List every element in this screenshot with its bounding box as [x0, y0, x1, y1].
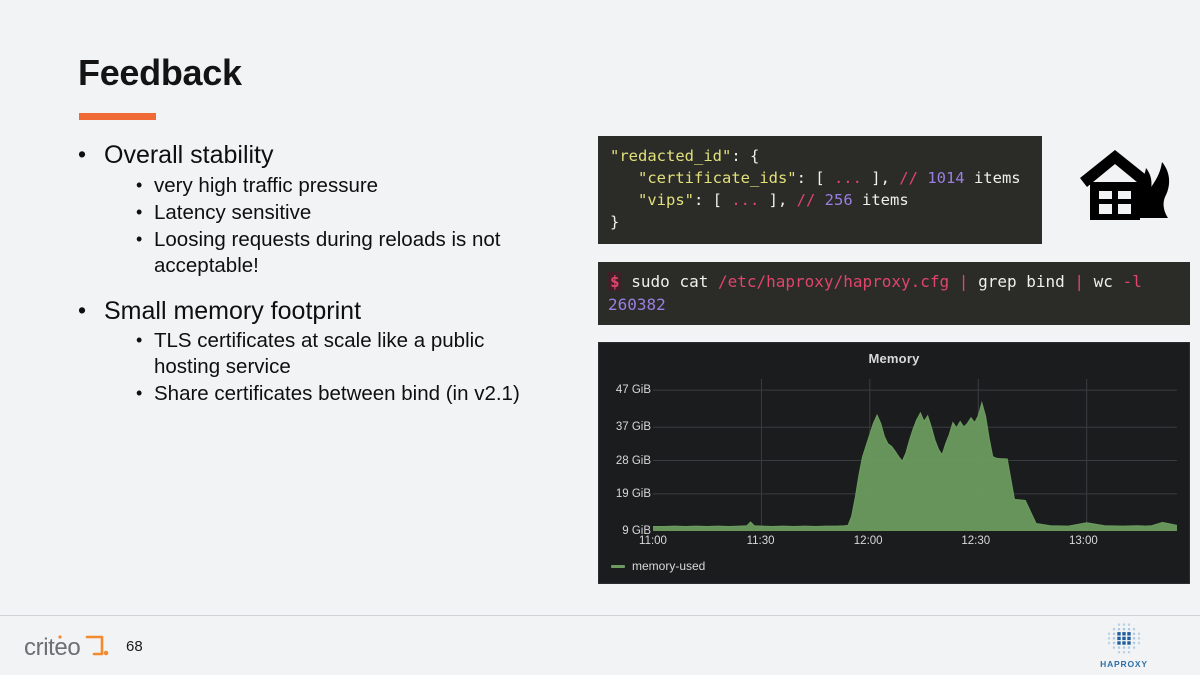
haproxy-sphere-icon [1107, 623, 1141, 654]
bullet-marker-icon: • [78, 141, 87, 167]
chart-area-series [653, 403, 1177, 531]
bullet-level2-label: Share certificates between bind (in v2.1… [154, 382, 520, 406]
bullet-group-spacer [78, 280, 548, 296]
json-key: "certificate_ids" [638, 169, 797, 188]
title-accent-rule [79, 113, 156, 120]
x-axis-tick-label: 12:00 [853, 535, 883, 547]
terminal-path: /etc/haproxy/haproxy.cfg [717, 272, 950, 291]
json-ellipsis: ... [833, 169, 862, 188]
terminal-flag: -l [1122, 272, 1142, 291]
terminal-command-part: sudo cat [621, 272, 718, 291]
terminal-pipe: | [949, 272, 979, 291]
terminal-command-part: wc [1093, 272, 1123, 291]
json-comment-count: 1014 [927, 169, 965, 188]
chart-plot-area: 47 GiB 37 GiB 28 GiB 19 GiB 9 GiB 11:00 11:30… [599, 373, 1189, 583]
bullet-marker-icon: • [136, 201, 143, 222]
bullet-marker-icon: • [78, 296, 87, 323]
terminal-command-part: grep bind [978, 272, 1065, 291]
chart-title: Memory [868, 351, 920, 366]
bullet-level1: • Overall stability [78, 140, 548, 171]
json-comment-marker: // [899, 169, 918, 188]
house-on-fire-icon [1080, 150, 1170, 220]
bullet-level2: • Loosing requests during reloads is not… [136, 227, 548, 279]
x-axis-tick-label: 11:00 [639, 535, 667, 547]
chart-x-axis: 11:00 11:30 12:00 12:30 13:00 [639, 533, 1177, 551]
memory-chart-panel: Memory 47 GiB 37 GiB 28 GiB 19 GiB 9 GiB 11:… [598, 342, 1190, 584]
bullet-level2: • very high traffic pressure [136, 173, 548, 199]
chart-legend: memory-used [611, 559, 705, 573]
haproxy-wordmark: HAPROXY [1100, 659, 1148, 669]
x-axis-tick-label: 12:30 [961, 535, 991, 547]
page-number: 68 [126, 638, 143, 655]
x-axis-tick-label: 13:00 [1068, 535, 1098, 547]
bullet-level2-label: TLS certificates at scale like a public … [154, 329, 485, 379]
svg-text:criteo: criteo [24, 634, 80, 661]
criteo-logo: criteo [24, 634, 109, 661]
json-comment-text: items [852, 191, 909, 210]
y-axis-tick-label: 19 GiB [615, 487, 651, 500]
footer-divider [0, 615, 1200, 616]
bullet-level1: • Small memory footprint [78, 296, 548, 327]
page-title: Feedback [78, 52, 242, 93]
json-code-block: "redacted_id": { "certificate_ids": [ ..… [598, 136, 1042, 244]
bullet-marker-icon: • [136, 228, 143, 249]
y-axis-tick-label: 37 GiB [615, 421, 651, 434]
bullet-list: • Overall stability • very high traffic … [78, 140, 548, 408]
terminal-output: 260382 [608, 295, 666, 315]
legend-swatch-icon [611, 564, 625, 568]
json-comment-marker: // [796, 191, 816, 210]
json-key: "redacted_id" [610, 147, 732, 165]
json-punctuation: : [ [694, 191, 732, 210]
bullet-marker-icon: • [136, 383, 143, 404]
bullet-marker-icon: • [136, 330, 143, 351]
shell-prompt-icon: $ [608, 272, 622, 291]
bullet-level2: • Share certificates between bind (in v2… [136, 381, 548, 407]
json-punctuation: ], [759, 191, 797, 210]
bullet-level2-label: Latency sensitive [154, 200, 312, 224]
bullet-level2: • Latency sensitive [136, 200, 548, 226]
x-axis-tick-label: 11:30 [746, 535, 775, 547]
terminal-pipe: | [1064, 272, 1094, 291]
json-punctuation: : [ [796, 169, 834, 188]
json-punctuation: ], [861, 169, 900, 188]
chart-canvas [653, 379, 1177, 531]
y-axis-tick-label: 47 GiB [615, 384, 651, 397]
json-punctuation: : { [731, 147, 760, 165]
haproxy-logo: HAPROXY [1092, 618, 1156, 669]
bullet-level1-label: Small memory footprint [104, 296, 362, 325]
bullet-level2-label: very high traffic pressure [154, 173, 379, 197]
legend-label: memory-used [632, 559, 706, 573]
json-punctuation: } [610, 213, 620, 232]
json-ellipsis: ... [731, 191, 760, 210]
json-key: "vips" [638, 191, 694, 210]
bullet-marker-icon: • [136, 174, 143, 195]
json-comment-text: items [964, 169, 1021, 188]
json-comment-count: 256 [824, 191, 853, 210]
bullet-level2-label: Loosing requests during reloads is not a… [154, 227, 501, 277]
terminal-code-block: $ sudo cat /etc/haproxy/haproxy.cfg | gr… [598, 262, 1190, 326]
bullet-level2: • TLS certificates at scale like a publi… [136, 328, 548, 380]
chart-y-axis: 47 GiB 37 GiB 28 GiB 19 GiB 9 GiB [605, 379, 651, 537]
y-axis-tick-label: 28 GiB [615, 454, 651, 467]
bullet-level1-label: Overall stability [104, 141, 274, 169]
